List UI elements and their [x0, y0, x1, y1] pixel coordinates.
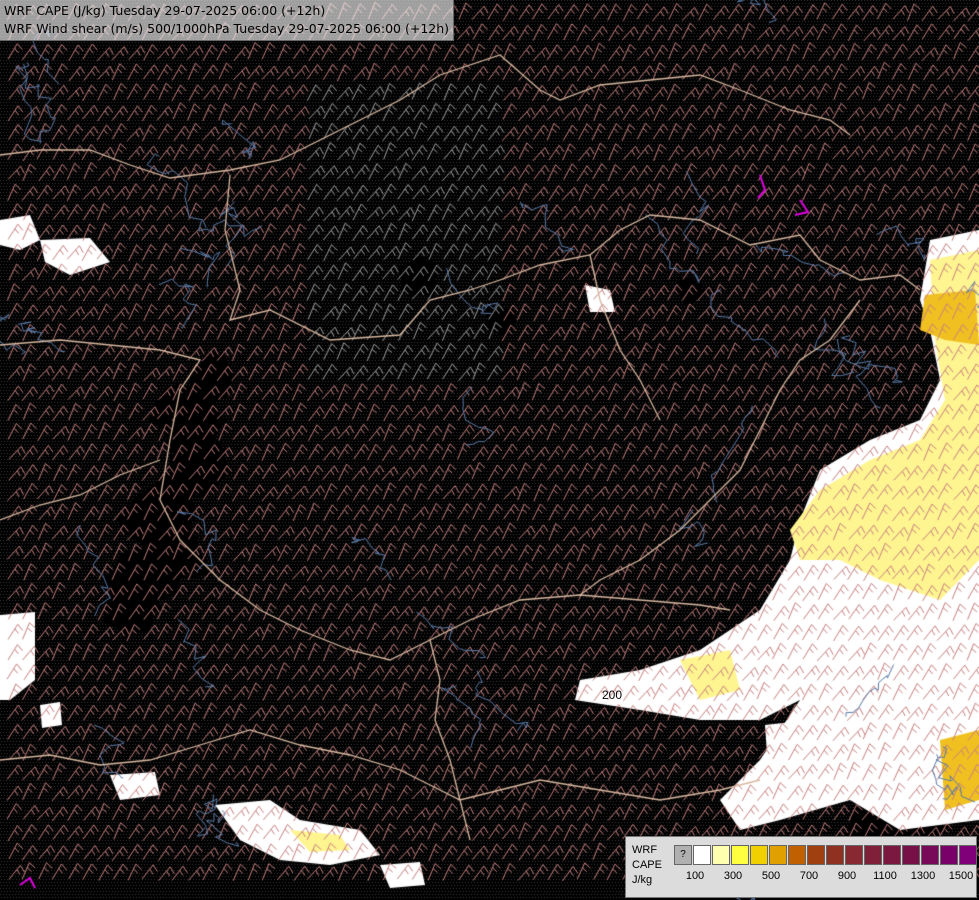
map-title-box: WRF CAPE (J/kg) Tuesday 29-07-2025 06:00…: [0, 0, 455, 41]
legend-swatch: [826, 845, 844, 865]
legend-swatch: [712, 845, 730, 865]
legend-tick-label: 100: [685, 870, 705, 882]
legend-swatch: [807, 845, 825, 865]
legend-tick-label: 1100: [873, 870, 897, 882]
legend-label-unit: J/kg: [632, 874, 653, 886]
legend-swatch: [902, 845, 920, 865]
legend-swatch: ?: [674, 845, 692, 865]
legend-label-model: WRF: [632, 844, 658, 856]
legend-swatch: [883, 845, 901, 865]
legend-swatch: [750, 845, 768, 865]
contour-label: 200: [602, 688, 623, 702]
map-title-cape: WRF CAPE (J/kg) Tuesday 29-07-2025 06:00…: [4, 3, 326, 18]
legend-swatch: [864, 845, 882, 865]
legend-swatch: [731, 845, 749, 865]
legend-tick-label: 1500: [948, 870, 974, 882]
legend-tick-label: 1300: [910, 870, 936, 882]
legend-swatch: [845, 845, 863, 865]
legend-ticks: 100 300 500 700 900 1100 1300 1500: [674, 870, 974, 886]
legend-tick-label: 300: [723, 870, 743, 882]
legend-swatch: [693, 845, 711, 865]
legend-swatch: [940, 845, 958, 865]
legend-tick-label: 900: [837, 870, 857, 882]
cape-wind-shear-map: [0, 0, 979, 900]
legend-swatch: [921, 845, 939, 865]
cape-legend: WRF CAPE J/kg ? 100 300 500 700 900 1100 1300 1…: [625, 836, 977, 898]
legend-tick-label: 500: [761, 870, 781, 882]
legend-swatch: [959, 845, 977, 865]
legend-swatch: [769, 845, 787, 865]
legend-swatches: ?: [674, 845, 978, 865]
legend-swatch: [788, 845, 806, 865]
legend-labels: WRF CAPE J/kg: [632, 843, 672, 888]
map-title-shear: WRF Wind shear (m/s) 500/1000hPa Tuesday…: [4, 21, 450, 36]
legend-label-field: CAPE: [632, 859, 662, 871]
legend-tick-label: 700: [799, 870, 819, 882]
